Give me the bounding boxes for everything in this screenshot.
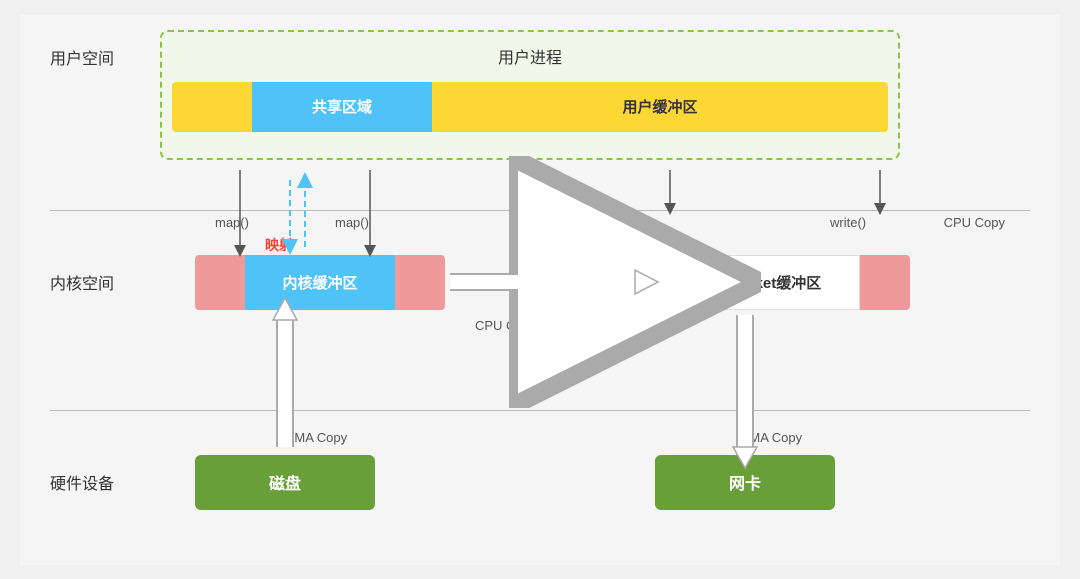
user-process-box: 用户进程 共享区域 用户缓冲区 bbox=[160, 30, 900, 160]
map-label-1: map() bbox=[215, 215, 249, 230]
user-buffer: 用户缓冲区 bbox=[432, 82, 888, 132]
diagram: 用户空间 用户进程 共享区域 用户缓冲区 map() map() write()… bbox=[20, 15, 1060, 565]
sock-buf-right bbox=[860, 255, 910, 310]
kern-buf-left bbox=[195, 255, 245, 310]
divider-user-kernel bbox=[50, 210, 1030, 211]
kernel-buffer-label: 内核缓冲区 bbox=[245, 255, 395, 310]
user-buffers-row: 共享区域 用户缓冲区 bbox=[172, 82, 888, 132]
map-label-2: map() bbox=[335, 215, 369, 230]
socket-buffer-box: socket缓冲区 bbox=[640, 255, 910, 310]
dma-copy-right-label: DMA Copy bbox=[740, 430, 802, 445]
cpu-copy-right-label: CPU Copy bbox=[944, 215, 1005, 230]
socket-buffer-label: socket缓冲区 bbox=[690, 255, 860, 310]
user-space-label: 用户空间 bbox=[50, 45, 114, 69]
kernel-buffer-box: 内核缓冲区 bbox=[195, 255, 445, 310]
disk-box: 磁盘 bbox=[195, 455, 375, 510]
mapping-label: 映射 bbox=[265, 235, 293, 255]
cpu-copy-mid-label: CPU Copy bbox=[475, 318, 536, 333]
kern-buf-right bbox=[395, 255, 445, 310]
hardware-label: 硬件设备 bbox=[50, 470, 114, 494]
buf-yellow-left bbox=[172, 82, 252, 132]
divider-kernel-hardware bbox=[50, 410, 1030, 411]
write-label-2: write() bbox=[830, 215, 866, 230]
kernel-space-label: 内核空间 bbox=[50, 270, 114, 294]
shared-area-buffer: 共享区域 bbox=[252, 82, 432, 132]
nic-box: 网卡 bbox=[655, 455, 835, 510]
user-process-label: 用户进程 bbox=[162, 44, 898, 68]
sock-buf-left bbox=[640, 255, 690, 310]
write-label-1: write() bbox=[610, 215, 646, 230]
dma-copy-left-label: DMA Copy bbox=[285, 430, 347, 445]
